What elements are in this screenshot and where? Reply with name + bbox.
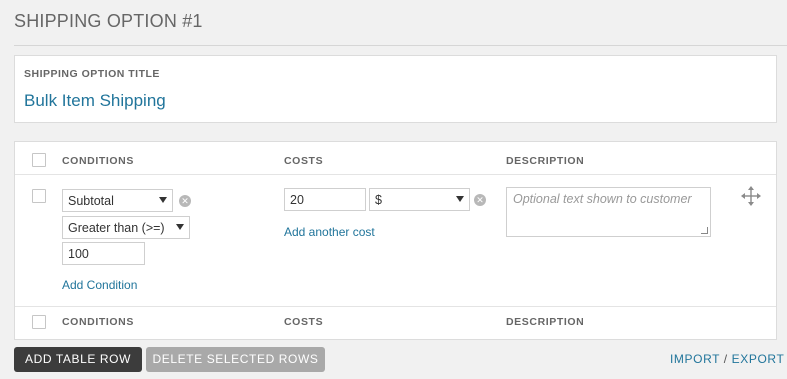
resize-handle-icon[interactable] <box>701 227 708 234</box>
export-link[interactable]: EXPORT <box>732 352 785 366</box>
select-all-checkbox-top[interactable] <box>32 153 46 167</box>
delete-selected-rows-button[interactable]: DELETE SELECTED ROWS <box>146 347 325 372</box>
option-title-box: SHIPPING OPTION TITLE Bulk Item Shipping <box>14 55 777 123</box>
remove-condition-icon[interactable]: ✕ <box>179 195 191 207</box>
row-checkbox[interactable] <box>32 189 46 203</box>
header-divider <box>15 174 776 175</box>
header-conditions: CONDITIONS <box>62 155 134 167</box>
chevron-down-icon <box>456 196 464 202</box>
add-table-row-button[interactable]: ADD TABLE ROW <box>14 347 142 372</box>
cost-type-value: $ <box>375 193 382 207</box>
move-icon[interactable] <box>741 186 761 206</box>
remove-cost-icon[interactable]: ✕ <box>474 194 486 206</box>
rules-table: CONDITIONS COSTS DESCRIPTION Subtotal ✕ … <box>14 141 777 340</box>
footer-divider <box>15 306 776 307</box>
header-costs: COSTS <box>284 155 324 167</box>
condition-operator-select[interactable]: Greater than (>=) <box>62 216 190 239</box>
add-condition-link[interactable]: Add Condition <box>62 278 137 292</box>
condition-field-value: Subtotal <box>68 194 114 208</box>
chevron-down-icon <box>176 224 184 230</box>
import-link[interactable]: IMPORT <box>670 352 720 366</box>
footer-description: DESCRIPTION <box>506 316 585 328</box>
import-export-links: IMPORT / EXPORT <box>670 352 784 366</box>
option-title-label: SHIPPING OPTION TITLE <box>24 68 160 80</box>
description-placeholder: Optional text shown to customer <box>513 192 692 206</box>
cost-value-input[interactable]: 20 <box>284 188 366 211</box>
condition-operator-value: Greater than (>=) <box>68 221 165 235</box>
footer-costs: COSTS <box>284 316 324 328</box>
condition-field-select[interactable]: Subtotal <box>62 189 173 212</box>
cost-type-select[interactable]: $ <box>369 188 470 211</box>
add-cost-link[interactable]: Add another cost <box>284 225 375 239</box>
page-title: SHIPPING OPTION #1 <box>14 11 203 31</box>
header-description: DESCRIPTION <box>506 155 585 167</box>
select-all-checkbox-bottom[interactable] <box>32 315 46 329</box>
chevron-down-icon <box>159 197 167 203</box>
description-textarea[interactable]: Optional text shown to customer <box>506 187 711 237</box>
option-title-value[interactable]: Bulk Item Shipping <box>24 91 166 111</box>
condition-value-input[interactable]: 100 <box>62 242 145 265</box>
import-export-separator: / <box>723 352 728 366</box>
title-divider <box>14 45 787 46</box>
footer-conditions: CONDITIONS <box>62 316 134 328</box>
